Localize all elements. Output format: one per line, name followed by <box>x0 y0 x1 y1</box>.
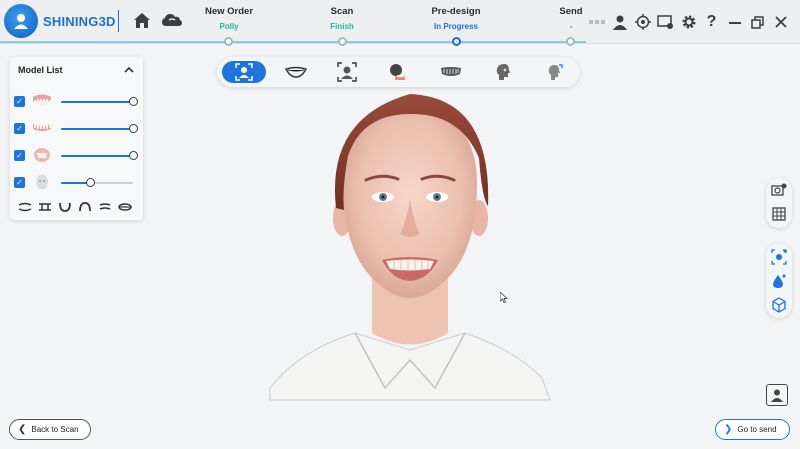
progress-line <box>0 41 586 43</box>
face-scan-tool[interactable] <box>222 61 266 83</box>
slider-handle[interactable] <box>129 151 138 160</box>
logo-divider <box>118 10 119 32</box>
step-status: Finish <box>330 22 354 31</box>
checkbox[interactable]: ✓ <box>14 123 25 134</box>
smile-icon <box>285 66 307 78</box>
top-bar: SHINING3D New Order Polly Scan Finish Pr… <box>0 0 800 46</box>
window-controls: ? <box>585 12 792 32</box>
model-row-face: ✓ <box>14 174 140 192</box>
cube-view-icon[interactable] <box>766 293 792 317</box>
landmark-icon[interactable] <box>766 245 792 269</box>
teeth-design-icon <box>441 67 461 76</box>
step-status: In Progress <box>433 22 478 31</box>
model-list-title: Model List <box>18 65 63 75</box>
split-view-icon[interactable] <box>98 202 112 212</box>
face-view-toggle[interactable] <box>766 384 788 406</box>
right-tool-group-1 <box>766 178 792 228</box>
step-dot-scan[interactable] <box>338 37 347 46</box>
grid-view-icon[interactable] <box>766 202 792 226</box>
back-label: Back to Scan <box>31 425 79 434</box>
user-icon[interactable] <box>608 12 631 32</box>
right-tool-group-2 <box>766 243 792 318</box>
slider-handle[interactable] <box>129 97 138 106</box>
step-dot-send[interactable] <box>566 37 575 46</box>
face-overlay-tool[interactable] <box>376 61 420 83</box>
teeth-thumb-icon <box>31 147 53 163</box>
camera-settings-icon[interactable] <box>766 178 792 202</box>
checkbox[interactable]: ✓ <box>14 177 25 188</box>
chevron-left-icon: ❮ <box>18 424 27 435</box>
head-rotate-icon <box>548 64 563 80</box>
logo-mark-icon <box>4 4 38 38</box>
model-row-lower-jaw: ✓ <box>14 120 140 138</box>
home-icon[interactable] <box>132 10 152 30</box>
upper-view-icon[interactable] <box>18 202 32 212</box>
step-dot-new-order[interactable] <box>224 37 233 46</box>
step-name: Pre-design <box>431 6 481 17</box>
target-icon[interactable] <box>631 12 654 32</box>
face-align-tool[interactable] <box>325 61 369 83</box>
model-list-panel: Model List ✓ ✓ ✓ ✓ <box>10 57 143 220</box>
lower-arch-icon[interactable] <box>58 202 72 212</box>
step-new-order[interactable]: New Order Polly <box>174 6 284 31</box>
step-pre-design[interactable]: Pre-design In Progress <box>401 6 511 31</box>
face-scan-icon <box>235 63 253 81</box>
head-rotate-tool[interactable] <box>533 61 577 83</box>
head-profile-icon <box>496 64 510 80</box>
head-profile-tool[interactable] <box>481 61 525 83</box>
step-name: Scan <box>330 6 354 17</box>
upper-jaw-thumb-icon <box>31 93 53 109</box>
bite-view-icon[interactable] <box>38 202 52 212</box>
model-row-upper-jaw: ✓ <box>14 93 140 111</box>
lower-jaw-thumb-icon <box>31 120 53 136</box>
face-align-icon <box>337 62 357 82</box>
color-drop-icon[interactable] <box>766 269 792 293</box>
back-to-scan-button[interactable]: ❮ Back to Scan <box>9 419 91 440</box>
slider-handle[interactable] <box>129 124 138 133</box>
face-scan-model <box>269 94 551 401</box>
mouse-cursor-icon <box>499 290 509 308</box>
opacity-slider[interactable] <box>61 178 133 187</box>
stack-view-icon[interactable] <box>118 202 132 212</box>
step-dot-pre-design[interactable] <box>452 37 461 46</box>
person-icon <box>771 389 783 402</box>
opacity-slider[interactable] <box>61 97 138 106</box>
gear-icon[interactable] <box>677 12 700 32</box>
3d-viewport[interactable] <box>150 88 750 418</box>
step-scan[interactable]: Scan Finish <box>287 6 397 31</box>
upper-arch-icon[interactable] <box>78 202 92 212</box>
opacity-slider[interactable] <box>61 151 138 160</box>
step-name: New Order <box>204 6 254 17</box>
logo-text: SHINING3D <box>43 13 116 29</box>
restore-icon[interactable] <box>746 12 769 32</box>
more-icon[interactable] <box>585 12 608 32</box>
view-tools <box>18 202 132 212</box>
step-status: Polly <box>219 22 239 31</box>
close-icon[interactable] <box>769 12 792 32</box>
chevron-up-icon[interactable] <box>123 63 135 75</box>
go-to-send-button[interactable]: ❯ Go to send <box>715 419 790 440</box>
chevron-right-icon: ❯ <box>724 424 733 435</box>
screen-settings-icon[interactable] <box>654 12 677 32</box>
smile-tool[interactable] <box>274 61 318 83</box>
face-overlay-icon <box>390 64 405 80</box>
opacity-slider[interactable] <box>61 124 138 133</box>
model-row-teeth: ✓ <box>14 147 140 165</box>
slider-handle[interactable] <box>85 178 95 187</box>
minimize-icon[interactable] <box>723 12 746 32</box>
teeth-design-tool[interactable] <box>429 61 473 83</box>
face-thumb-icon <box>31 174 53 190</box>
help-icon[interactable]: ? <box>700 12 723 32</box>
logo: SHINING3D <box>4 4 116 38</box>
design-toolbar <box>217 57 580 87</box>
send-label: Go to send <box>737 425 777 434</box>
checkbox[interactable]: ✓ <box>14 96 25 107</box>
checkbox[interactable]: ✓ <box>14 150 25 161</box>
